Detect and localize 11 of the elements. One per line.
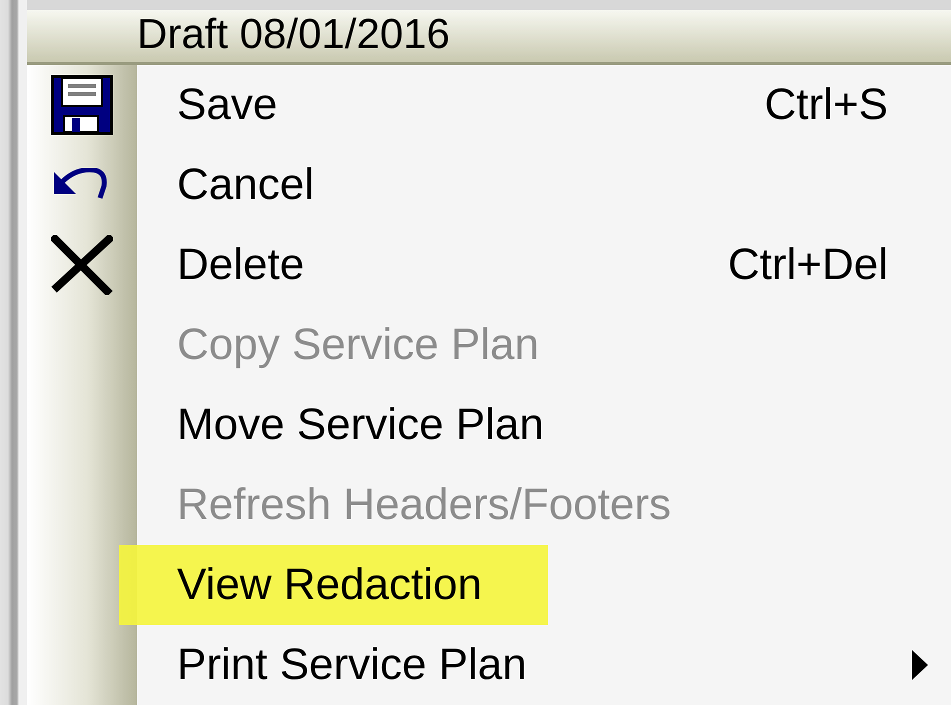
undo-arrow-icon bbox=[54, 168, 110, 202]
shortcut-label: Ctrl+Del bbox=[728, 240, 888, 290]
menu-title: Draft 08/01/2016 bbox=[137, 10, 450, 58]
menu-item[interactable]: View Redaction bbox=[119, 545, 548, 625]
menu-item[interactable]: Cancel bbox=[177, 145, 314, 225]
menu-item[interactable]: Move Service Plan bbox=[177, 385, 544, 465]
menu-item[interactable]: Delete bbox=[177, 225, 304, 305]
shortcut-label: Ctrl+S bbox=[764, 80, 888, 130]
menu-item[interactable]: Print Service Plan bbox=[177, 625, 527, 705]
delete-x-icon bbox=[51, 235, 113, 295]
menu-item[interactable]: Save bbox=[177, 65, 278, 145]
